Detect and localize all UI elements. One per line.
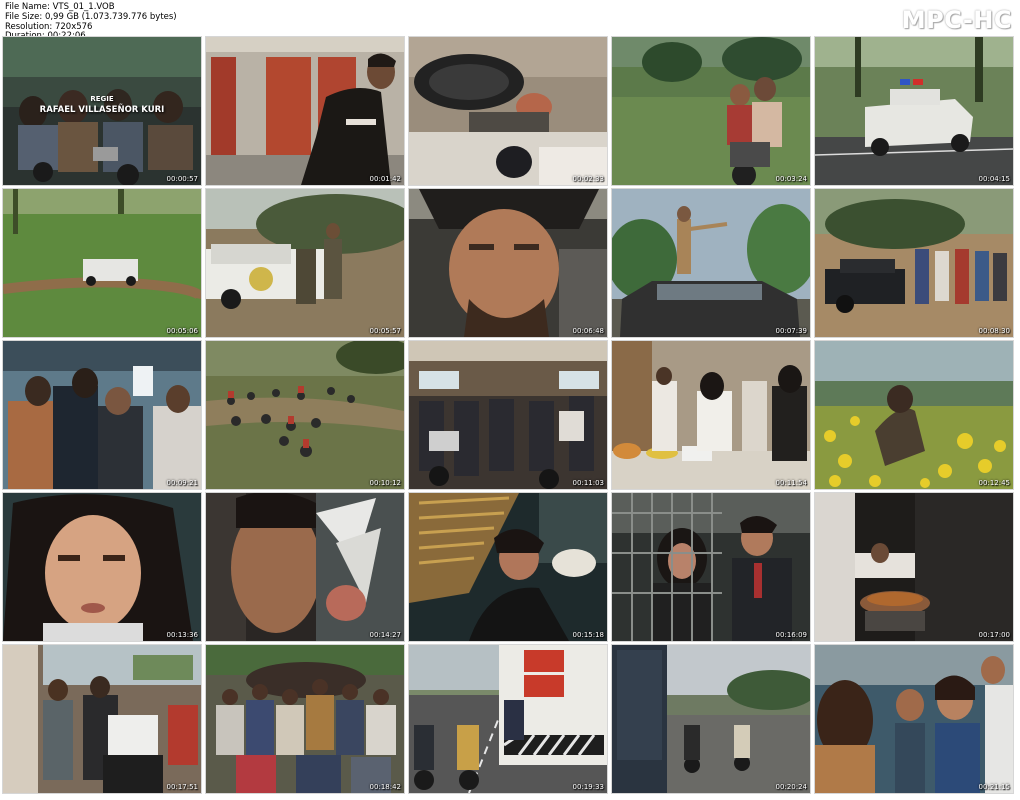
timestamp-label: 00:03:24 <box>775 175 807 183</box>
timestamp-label: 00:12:45 <box>978 479 1010 487</box>
timestamp-label: 00:00:57 <box>166 175 198 183</box>
thumbnail-sheet: { "file_info": { "file_name": "File Name… <box>0 0 1020 800</box>
thumbnail-grid: REGIE RAFAEL VILLASEÑOR KURI 00:00:57 00… <box>3 37 1018 797</box>
frame-image <box>206 37 404 185</box>
frame-image <box>815 189 1013 337</box>
frame-image <box>612 189 810 337</box>
thumbnail-police-car-road: 00:04:15 <box>815 37 1013 185</box>
timestamp-label: 00:11:54 <box>775 479 807 487</box>
thumbnail-men-office: 00:09:21 <box>3 341 201 489</box>
frame-image <box>815 645 1013 793</box>
thumbnail-man-at-window: 00:14:27 <box>206 493 404 641</box>
timestamp-label: 00:10:12 <box>369 479 401 487</box>
frame-image <box>612 493 810 641</box>
frame-image <box>409 493 607 641</box>
thumbnail-car-field-road: 00:05:06 <box>3 189 201 337</box>
timestamp-label: 00:14:27 <box>369 631 401 639</box>
thumbnail-man-lying-dark: 00:17:00 <box>815 493 1013 641</box>
thumbnail-arrest-at-car: 00:08:30 <box>815 189 1013 337</box>
credit-name: RAFAEL VILLASEÑOR KURI <box>39 105 165 115</box>
timestamp-label: 00:04:15 <box>978 175 1010 183</box>
timestamp-label: 00:02:33 <box>572 175 604 183</box>
timestamp-label: 00:01:42 <box>369 175 401 183</box>
thumbnail-running-man: 00:01:42 <box>206 37 404 185</box>
frame-image <box>3 189 201 337</box>
frame-image <box>409 189 607 337</box>
thumbnail-bearded-man-closeup: 00:06:48 <box>409 189 607 337</box>
timestamp-label: 00:13:36 <box>166 631 198 639</box>
thumbnail-bikers-cafe: 00:11:03 <box>409 341 607 489</box>
frame-image <box>206 341 404 489</box>
frame-image <box>409 645 607 793</box>
frame-image <box>612 37 810 185</box>
thumbnail-interior-men: 00:17:51 <box>3 645 201 793</box>
mpc-hc-logo: MPC-HC <box>901 6 1012 34</box>
timestamp-label: 00:05:57 <box>369 327 401 335</box>
frame-image <box>612 341 810 489</box>
timestamp-label: 00:06:48 <box>572 327 604 335</box>
thumbnail-man-on-ground: 00:02:33 <box>409 37 607 185</box>
timestamp-label: 00:19:33 <box>572 783 604 791</box>
thumbnail-kitchen-scene: 00:11:54 <box>612 341 810 489</box>
frame-image <box>3 341 201 489</box>
credit-title: REGIE <box>90 95 114 103</box>
frame-image <box>206 493 404 641</box>
thumbnail-bikers-field: 00:03:24 <box>612 37 810 185</box>
thumbnail-woman-closeup: 00:13:36 <box>3 493 201 641</box>
timestamp-label: 00:20:24 <box>775 783 807 791</box>
thumbnail-bikes-highway: 00:20:24 <box>612 645 810 793</box>
timestamp-label: 00:15:18 <box>572 631 604 639</box>
frame-image <box>612 645 810 793</box>
timestamp-label: 00:09:21 <box>166 479 198 487</box>
frame-image <box>409 37 607 185</box>
timestamp-label: 00:21:15 <box>978 783 1010 791</box>
timestamp-label: 00:11:03 <box>572 479 604 487</box>
frame-image <box>3 493 201 641</box>
timestamp-label: 00:18:42 <box>369 783 401 791</box>
timestamp-label: 00:17:51 <box>166 783 198 791</box>
thumbnail-behind-bars: 00:16:09 <box>612 493 810 641</box>
timestamp-label: 00:07:39 <box>775 327 807 335</box>
timestamp-label: 00:17:00 <box>978 631 1010 639</box>
thumbnail-police-officers: 00:05:57 <box>206 189 404 337</box>
thumbnail-group-sitting: 00:18:42 <box>206 645 404 793</box>
frame-image <box>3 645 201 793</box>
thumbnail-woman-laughing: 00:15:18 <box>409 493 607 641</box>
thumbnail-motorcycle-gang: 00:10:12 <box>206 341 404 489</box>
frame-image <box>815 341 1013 489</box>
frame-image <box>815 37 1013 185</box>
frame-image <box>206 645 404 793</box>
thumbnail-yellow-flowers: 00:12:45 <box>815 341 1013 489</box>
frame-image <box>206 189 404 337</box>
thumbnail-bikes-truck: 00:19:33 <box>409 645 607 793</box>
timestamp-label: 00:08:30 <box>978 327 1010 335</box>
thumbnail-crowd-faces: 00:21:15 <box>815 645 1013 793</box>
frame-image <box>815 493 1013 641</box>
timestamp-label: 00:16:09 <box>775 631 807 639</box>
thumbnail-man-on-car-roof: 00:07:39 <box>612 189 810 337</box>
thumbnail-bikers-credits: REGIE RAFAEL VILLASEÑOR KURI 00:00:57 <box>3 37 201 185</box>
frame-image <box>409 341 607 489</box>
timestamp-label: 00:05:06 <box>166 327 198 335</box>
